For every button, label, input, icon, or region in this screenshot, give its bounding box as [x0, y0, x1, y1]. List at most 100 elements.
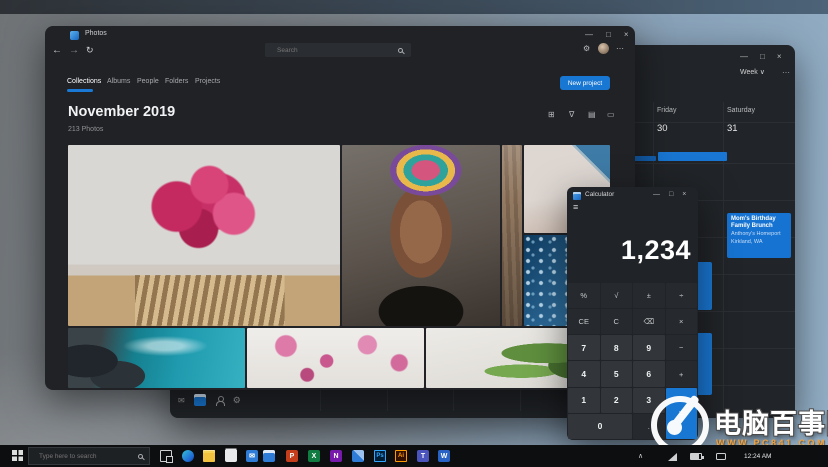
import-icon[interactable]: ▭ — [607, 110, 615, 119]
key-4[interactable]: 4 — [568, 361, 600, 387]
onenote-icon[interactable]: N — [330, 450, 342, 462]
excel-glyph: X — [311, 452, 317, 460]
key-7[interactable]: 7 — [568, 335, 600, 361]
minimize-button[interactable]: — — [653, 190, 660, 200]
start-button[interactable] — [12, 450, 23, 461]
minimize-button[interactable]: — — [585, 30, 593, 40]
word-glyph: W — [440, 452, 448, 460]
photo-thumbnail-ocean[interactable] — [68, 328, 245, 388]
tab-collections[interactable]: Collections — [67, 78, 101, 85]
key-percent[interactable]: % — [568, 283, 600, 309]
calculator-display: 1,234 — [620, 235, 691, 265]
photo-thumbnail-textile[interactable] — [502, 145, 522, 326]
maximize-button[interactable]: □ — [606, 30, 611, 40]
close-button[interactable]: × — [682, 190, 686, 200]
excel-icon[interactable]: X — [308, 450, 320, 462]
photo-thumbnail-portrait[interactable] — [342, 145, 500, 326]
refresh-button[interactable]: ↻ — [86, 45, 94, 56]
key-1[interactable]: 1 — [568, 387, 600, 413]
maximize-button[interactable]: □ — [760, 52, 765, 62]
photos-titlebar: Photos — □ × — [45, 26, 635, 44]
mail-icon[interactable]: ✉ — [178, 396, 185, 405]
task-view-button[interactable] — [160, 450, 172, 462]
key-9[interactable]: 9 — [633, 335, 665, 361]
network-icon[interactable] — [668, 453, 677, 461]
key-divide[interactable]: ÷ — [665, 283, 697, 309]
photos-icon[interactable] — [352, 450, 364, 462]
taskbar-search-input[interactable] — [35, 452, 138, 460]
filter-icon[interactable]: ∇ — [569, 110, 574, 119]
key-c[interactable]: C — [600, 309, 632, 335]
key-sqrt[interactable]: √ — [600, 283, 632, 309]
key-negate[interactable]: ± — [633, 283, 665, 309]
edge-icon[interactable] — [182, 450, 194, 462]
tab-folders[interactable]: Folders — [165, 78, 188, 85]
calendar-window-controls: — □ × — [740, 52, 782, 62]
back-button[interactable]: ← — [52, 45, 62, 56]
new-project-button[interactable]: New project — [560, 76, 610, 90]
calendar-icon[interactable] — [263, 450, 275, 462]
calendar-icon[interactable] — [193, 394, 206, 406]
key-ce[interactable]: CE — [568, 309, 600, 335]
key-2[interactable]: 2 — [600, 387, 632, 413]
clock[interactable]: 12:24 AM — [744, 453, 771, 460]
close-button[interactable]: × — [777, 52, 782, 62]
file-explorer-icon[interactable] — [203, 450, 215, 462]
select-icon[interactable]: ⊞ — [548, 110, 555, 119]
illustrator-icon[interactable]: Ai — [395, 450, 407, 462]
slideshow-icon[interactable]: ▤ — [588, 110, 596, 119]
calendar-view-label: Week — [740, 69, 758, 76]
settings-icon[interactable]: ⚙ — [233, 395, 241, 405]
calendar-view-dropdown[interactable]: Week ∨ — [740, 68, 765, 76]
day-header-saturday: Saturday — [727, 107, 756, 114]
more-options-button[interactable]: ⋯ — [616, 44, 624, 53]
taskbar-search-box[interactable] — [28, 447, 150, 465]
all-day-event-bar[interactable] — [633, 156, 656, 161]
search-icon — [398, 47, 403, 53]
chevron-up-icon[interactable]: ∧ — [638, 452, 643, 460]
calendar-grid-line — [723, 102, 724, 411]
powerpoint-glyph: P — [289, 452, 295, 460]
key-5[interactable]: 5 — [600, 361, 632, 387]
key-0[interactable]: 0 — [568, 413, 632, 439]
collection-title: November 2019 — [68, 104, 176, 120]
photo-thumbnail-flowers[interactable] — [68, 145, 340, 326]
store-icon[interactable] — [225, 450, 237, 462]
all-day-event-bar[interactable] — [658, 152, 727, 161]
photoshop-icon[interactable]: Ps — [374, 450, 386, 462]
calendar-event-card[interactable]: Mom's Birthday Family Brunch Anthony's H… — [727, 213, 791, 258]
key-backspace[interactable]: ⌫ — [633, 309, 665, 335]
more-options-button[interactable]: ⋯ — [782, 68, 790, 77]
photoshop-glyph: Ps — [376, 453, 384, 459]
key-minus[interactable]: − — [665, 335, 697, 361]
tab-projects[interactable]: Projects — [195, 78, 220, 85]
powerpoint-icon[interactable]: P — [286, 450, 298, 462]
photos-window: Photos — □ × ← → ↻ ⚙ ⋯ Collections Album… — [45, 26, 635, 390]
day-date-31[interactable]: 31 — [727, 123, 738, 134]
maximize-button[interactable]: □ — [669, 190, 673, 200]
close-button[interactable]: × — [624, 30, 629, 40]
search-input[interactable] — [273, 46, 398, 54]
people-icon[interactable] — [215, 395, 225, 406]
hamburger-menu-icon[interactable]: ≡ — [573, 202, 578, 212]
key-8[interactable]: 8 — [600, 335, 632, 361]
day-date-30[interactable]: 30 — [657, 123, 668, 134]
taskbar: ✉ P X N Ps Ai T W ∧ 12:24 AM — [0, 445, 828, 467]
minimize-button[interactable]: — — [740, 52, 748, 62]
photos-search-box[interactable] — [265, 43, 411, 57]
mail-icon[interactable]: ✉ — [246, 450, 258, 462]
battery-icon[interactable] — [690, 453, 704, 460]
avatar[interactable] — [598, 43, 609, 54]
photo-thumbnail-cosmos[interactable] — [247, 328, 424, 388]
key-plus[interactable]: + — [665, 361, 697, 387]
calculator-window-controls: — □ × — [653, 190, 686, 200]
teams-icon[interactable]: T — [417, 450, 429, 462]
tab-people[interactable]: People — [137, 78, 159, 85]
word-icon[interactable]: W — [438, 450, 450, 462]
key-multiply[interactable]: × — [665, 309, 697, 335]
notification-icon[interactable] — [716, 453, 726, 460]
forward-button[interactable]: → — [69, 45, 79, 56]
key-6[interactable]: 6 — [633, 361, 665, 387]
tab-albums[interactable]: Albums — [107, 78, 130, 85]
settings-icon[interactable]: ⚙ — [583, 44, 590, 53]
